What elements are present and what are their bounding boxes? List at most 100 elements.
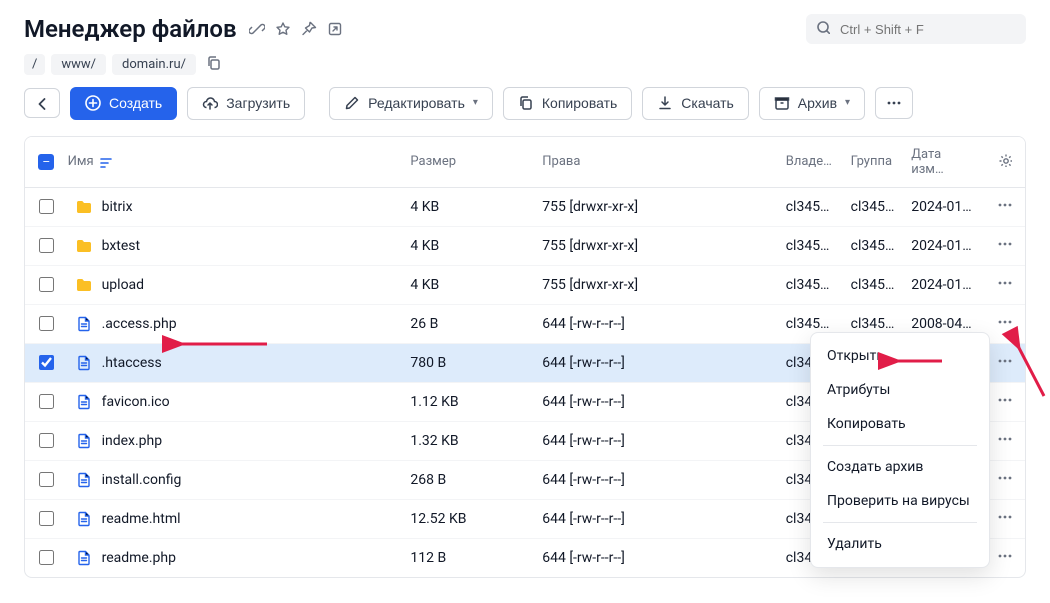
- crumb-part[interactable]: domain.ru/: [112, 54, 196, 75]
- row-checkbox[interactable]: [39, 472, 54, 487]
- download-button[interactable]: Скачать: [642, 87, 749, 120]
- folder-icon: [76, 199, 92, 215]
- col-size[interactable]: Размер: [402, 137, 534, 188]
- table-row[interactable]: bxtest4 KB755 [drwxr-xr-x]cl345…cl345…20…: [25, 226, 1025, 265]
- file-owner: cl345…: [778, 226, 843, 265]
- gear-icon[interactable]: [998, 156, 1012, 171]
- row-checkbox[interactable]: [39, 511, 54, 526]
- row-checkbox[interactable]: [39, 277, 54, 292]
- external-icon[interactable]: [327, 21, 343, 37]
- file-date: 2024-01…: [903, 265, 984, 304]
- upload-label: Загрузить: [226, 95, 290, 112]
- file-perm: 644 [-rw-r--r--]: [534, 382, 777, 421]
- row-menu-icon[interactable]: [997, 314, 1013, 330]
- file-size: 4 KB: [402, 226, 534, 265]
- file-name: favicon.ico: [102, 394, 170, 410]
- row-menu-icon[interactable]: [997, 470, 1013, 486]
- file-perm: 644 [-rw-r--r--]: [534, 343, 777, 382]
- table-row[interactable]: upload4 KB755 [drwxr-xr-x]cl345…cl345…20…: [25, 265, 1025, 304]
- file-name: .access.php: [102, 316, 177, 332]
- ctx-open[interactable]: Открыть: [811, 339, 989, 373]
- row-menu-icon[interactable]: [997, 431, 1013, 447]
- crumb-part[interactable]: www/: [51, 54, 106, 75]
- col-owner[interactable]: Владе…: [778, 137, 843, 188]
- download-label: Скачать: [681, 95, 734, 112]
- file-icon: [76, 550, 92, 566]
- header-checkbox[interactable]: –: [38, 154, 54, 170]
- search-input[interactable]: [838, 21, 1018, 38]
- file-perm: 755 [drwxr-xr-x]: [534, 265, 777, 304]
- row-menu-icon[interactable]: [997, 197, 1013, 213]
- row-checkbox[interactable]: [39, 433, 54, 448]
- copy-button[interactable]: Копировать: [503, 87, 632, 120]
- folder-icon: [76, 238, 92, 254]
- page-title: Менеджер файлов: [24, 15, 237, 43]
- copy-path-icon[interactable]: [206, 55, 221, 74]
- row-menu-icon[interactable]: [997, 353, 1013, 369]
- row-checkbox[interactable]: [39, 355, 54, 370]
- back-button[interactable]: [24, 88, 60, 118]
- row-menu-icon[interactable]: [997, 392, 1013, 408]
- file-perm: 755 [drwxr-xr-x]: [534, 187, 777, 226]
- file-name: install.config: [102, 472, 182, 488]
- file-name: bxtest: [102, 238, 141, 254]
- ctx-archive[interactable]: Создать архив: [811, 450, 989, 484]
- ctx-scan[interactable]: Проверить на вирусы: [811, 484, 989, 518]
- row-menu-icon[interactable]: [997, 509, 1013, 525]
- col-group[interactable]: Группа: [843, 137, 904, 188]
- col-name[interactable]: Имя: [68, 154, 94, 169]
- crumb-root[interactable]: /: [24, 54, 45, 75]
- star-icon[interactable]: [275, 21, 291, 37]
- file-perm: 644 [-rw-r--r--]: [534, 421, 777, 460]
- row-checkbox[interactable]: [39, 316, 54, 331]
- col-perm[interactable]: Права: [534, 137, 777, 188]
- col-date[interactable]: Дата изм…: [903, 137, 984, 188]
- more-button[interactable]: [875, 87, 913, 119]
- breadcrumb: / www/ domain.ru/: [0, 50, 1050, 87]
- chevron-down-icon: ▾: [845, 97, 850, 109]
- row-checkbox[interactable]: [39, 238, 54, 253]
- file-name: bitrix: [102, 199, 133, 215]
- file-group: cl345…: [843, 265, 904, 304]
- archive-label: Архив: [798, 95, 837, 112]
- sort-icon: [98, 155, 112, 169]
- file-perm: 644 [-rw-r--r--]: [534, 304, 777, 343]
- row-checkbox[interactable]: [39, 394, 54, 409]
- create-button[interactable]: Создать: [70, 87, 177, 120]
- file-perm: 644 [-rw-r--r--]: [534, 460, 777, 499]
- chevron-down-icon: ▾: [473, 97, 478, 109]
- file-date: 2024-01…: [903, 226, 984, 265]
- ctx-delete[interactable]: Удалить: [811, 527, 989, 561]
- row-checkbox[interactable]: [39, 550, 54, 565]
- file-size: 1.12 KB: [402, 382, 534, 421]
- file-size: 4 KB: [402, 187, 534, 226]
- link-icon[interactable]: [249, 21, 265, 37]
- row-checkbox[interactable]: [39, 199, 54, 214]
- search-box[interactable]: [806, 14, 1026, 44]
- upload-button[interactable]: Загрузить: [187, 87, 305, 120]
- archive-button[interactable]: Архив ▾: [759, 87, 865, 120]
- search-icon: [816, 20, 830, 38]
- file-name: readme.html: [102, 511, 181, 527]
- edit-button[interactable]: Редактировать ▾: [329, 87, 493, 120]
- file-name: .htaccess: [102, 355, 162, 371]
- file-size: 268 B: [402, 460, 534, 499]
- row-menu-icon[interactable]: [997, 275, 1013, 291]
- ctx-attrs[interactable]: Атрибуты: [811, 373, 989, 407]
- file-size: 780 B: [402, 343, 534, 382]
- ctx-copy[interactable]: Копировать: [811, 407, 989, 441]
- file-icon: [76, 433, 92, 449]
- file-icon: [76, 511, 92, 527]
- table-row[interactable]: bitrix4 KB755 [drwxr-xr-x]cl345…cl345…20…: [25, 187, 1025, 226]
- file-group: cl345…: [843, 226, 904, 265]
- edit-label: Редактировать: [368, 95, 465, 112]
- file-icon: [76, 316, 92, 332]
- file-owner: cl345…: [778, 265, 843, 304]
- file-name: index.php: [102, 433, 163, 449]
- row-menu-icon[interactable]: [997, 548, 1013, 564]
- file-name: readme.php: [102, 550, 176, 566]
- pin-icon[interactable]: [301, 21, 317, 37]
- folder-icon: [76, 277, 92, 293]
- row-menu-icon[interactable]: [997, 236, 1013, 252]
- file-size: 4 KB: [402, 265, 534, 304]
